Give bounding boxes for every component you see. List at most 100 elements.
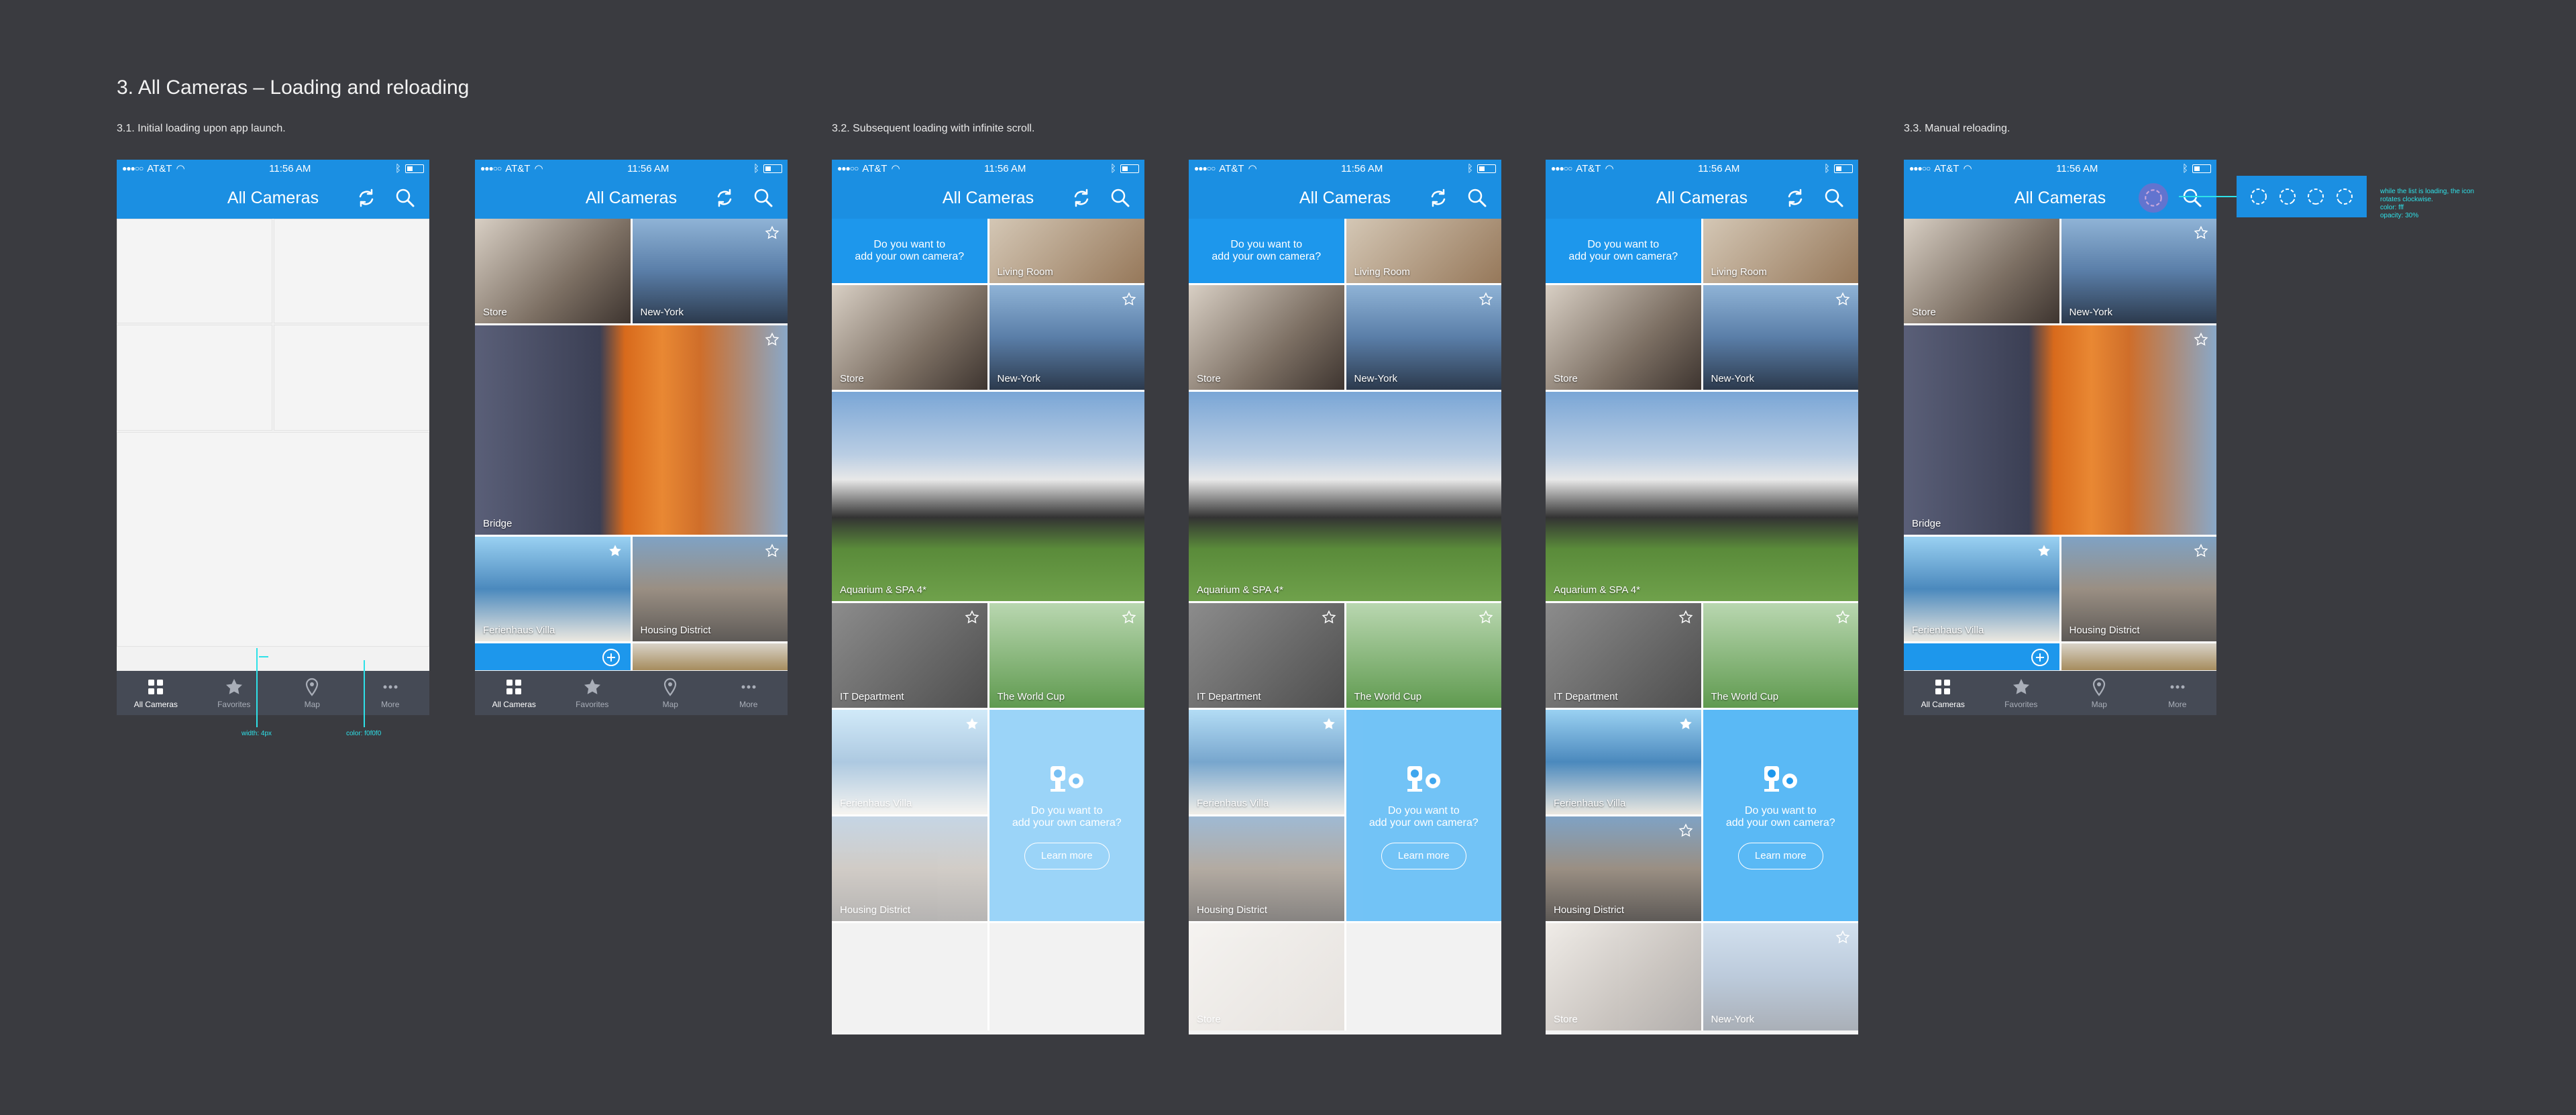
star-outline-icon[interactable]	[765, 543, 780, 558]
camera-tile[interactable]	[2061, 643, 2216, 670]
camera-tile[interactable]: Aquarium & SPA 4*	[1546, 392, 1858, 601]
camera-tile[interactable]: Store	[1189, 285, 1344, 390]
camera-grid: Do you want to add your own camera? Livin…	[832, 219, 1144, 1030]
camera-tile[interactable]: IT Department	[1189, 603, 1344, 708]
camera-tile[interactable]: Ferienhaus Villa	[1189, 710, 1344, 814]
camera-tile[interactable]: New-York	[989, 285, 1144, 390]
star-outline-icon[interactable]	[965, 610, 979, 625]
tab-more[interactable]: More	[352, 671, 430, 715]
search-icon[interactable]	[1110, 187, 1131, 209]
learn-more-button[interactable]: Learn more	[1024, 842, 1110, 869]
search-icon[interactable]	[2182, 187, 2203, 209]
star-outline-icon[interactable]	[2194, 543, 2208, 558]
add-camera-promo[interactable]: Do you want to add your own camera? Learn …	[1703, 710, 1858, 921]
camera-tile[interactable]: Store	[1904, 219, 2059, 323]
star-outline-icon[interactable]	[1835, 610, 1850, 625]
camera-tile[interactable]: New-York	[2061, 219, 2216, 323]
camera-tile[interactable]: New-York	[1703, 285, 1858, 390]
camera-tile[interactable]: Housing District	[632, 537, 788, 641]
star-outline-icon[interactable]	[1322, 610, 1336, 625]
tab-map[interactable]: Map	[273, 671, 352, 715]
camera-tile[interactable]: Housing District	[2061, 537, 2216, 641]
camera-tile[interactable]: Bridge	[1904, 325, 2216, 535]
star-outline-icon[interactable]	[1479, 292, 1493, 307]
camera-tile[interactable]: Living Room	[1346, 219, 1501, 283]
tab-all-cameras[interactable]: All Cameras	[1904, 671, 1982, 715]
star-filled-icon[interactable]	[2037, 543, 2051, 558]
tab-map[interactable]: Map	[631, 671, 710, 715]
camera-tile[interactable]: Ferienhaus Villa	[1904, 537, 2059, 641]
camera-tile[interactable]: Housing District	[832, 816, 987, 921]
tab-all-cameras[interactable]: All Cameras	[475, 671, 553, 715]
reload-spinner[interactable]	[2139, 183, 2168, 213]
star-filled-icon[interactable]	[1322, 716, 1336, 731]
camera-tile[interactable]: New-York	[1346, 285, 1501, 390]
search-icon[interactable]	[1466, 187, 1488, 209]
refresh-icon[interactable]	[1784, 187, 1806, 209]
star-filled-icon[interactable]	[1678, 716, 1693, 731]
add-camera-promo[interactable]: Do you want to add your own camera? Learn …	[1346, 710, 1501, 921]
camera-tile[interactable]: Store	[1546, 923, 1701, 1030]
camera-tile[interactable]: The World Cup	[1346, 603, 1501, 708]
refresh-icon[interactable]	[356, 187, 377, 209]
tab-more[interactable]: More	[2139, 671, 2217, 715]
add-camera-promo[interactable]: Do you want to add your own camera?	[1189, 219, 1344, 283]
camera-tile[interactable]: Ferienhaus Villa	[475, 537, 631, 641]
camera-tile[interactable]: Ferienhaus Villa	[832, 710, 987, 814]
learn-more-button[interactable]: Learn more	[1381, 842, 1466, 869]
star-filled-icon[interactable]	[965, 716, 979, 731]
tab-all-cameras[interactable]: All Cameras	[117, 671, 195, 715]
star-outline-icon[interactable]	[1122, 292, 1136, 307]
star-filled-icon[interactable]	[608, 543, 623, 558]
camera-tile[interactable]: Store	[832, 285, 987, 390]
camera-tile[interactable]	[632, 643, 788, 670]
camera-tile[interactable]: Store	[1546, 285, 1701, 390]
camera-tile[interactable]: Store	[475, 219, 631, 323]
search-icon[interactable]	[1823, 187, 1845, 209]
star-outline-icon[interactable]	[1835, 292, 1850, 307]
battery-icon	[1477, 164, 1496, 173]
add-camera-promo[interactable]: Do you want to add your own camera? Learn …	[989, 710, 1144, 921]
tab-more[interactable]: More	[710, 671, 788, 715]
add-camera-tile[interactable]	[1904, 643, 2059, 670]
star-outline-icon[interactable]	[1835, 930, 1850, 945]
camera-tile[interactable]: Aquarium & SPA 4*	[1189, 392, 1501, 601]
nav-title: All Cameras	[2014, 188, 2106, 207]
tab-map[interactable]: Map	[2060, 671, 2139, 715]
camera-tile[interactable]: Bridge	[475, 325, 788, 535]
camera-tile[interactable]: Store	[1189, 923, 1344, 1030]
tab-favorites[interactable]: Favorites	[1982, 671, 2061, 715]
camera-tile[interactable]: The World Cup	[1703, 603, 1858, 708]
camera-tile[interactable]: IT Department	[1546, 603, 1701, 708]
camera-tile[interactable]: New-York	[1703, 923, 1858, 1030]
star-outline-icon[interactable]	[2194, 332, 2208, 347]
add-camera-tile[interactable]	[475, 643, 631, 670]
camera-tile[interactable]: Ferienhaus Villa	[1546, 710, 1701, 814]
star-outline-icon[interactable]	[1122, 610, 1136, 625]
search-icon[interactable]	[394, 187, 416, 209]
camera-tile[interactable]: Aquarium & SPA 4*	[832, 392, 1144, 601]
camera-tile[interactable]: The World Cup	[989, 603, 1144, 708]
refresh-icon[interactable]	[1071, 187, 1092, 209]
camera-tile[interactable]: IT Department	[832, 603, 987, 708]
camera-tile[interactable]: New-York	[632, 219, 788, 323]
refresh-icon[interactable]	[714, 187, 735, 209]
star-outline-icon[interactable]	[2194, 225, 2208, 240]
camera-tile[interactable]: Housing District	[1189, 816, 1344, 921]
add-camera-promo[interactable]: Do you want to add your own camera?	[832, 219, 987, 283]
add-camera-promo[interactable]: Do you want to add your own camera?	[1546, 219, 1701, 283]
star-outline-icon[interactable]	[1678, 823, 1693, 838]
star-outline-icon[interactable]	[765, 225, 780, 240]
star-outline-icon[interactable]	[1678, 610, 1693, 625]
star-outline-icon[interactable]	[765, 332, 780, 347]
tab-favorites[interactable]: Favorites	[195, 671, 274, 715]
nav-title: All Cameras	[1299, 188, 1391, 207]
refresh-icon[interactable]	[1428, 187, 1449, 209]
camera-tile[interactable]: Housing District	[1546, 816, 1701, 921]
star-outline-icon[interactable]	[1479, 610, 1493, 625]
camera-tile[interactable]: Living Room	[989, 219, 1144, 283]
learn-more-button[interactable]: Learn more	[1737, 842, 1823, 869]
tab-favorites[interactable]: Favorites	[553, 671, 632, 715]
camera-tile[interactable]: Living Room	[1703, 219, 1858, 283]
search-icon[interactable]	[753, 187, 774, 209]
